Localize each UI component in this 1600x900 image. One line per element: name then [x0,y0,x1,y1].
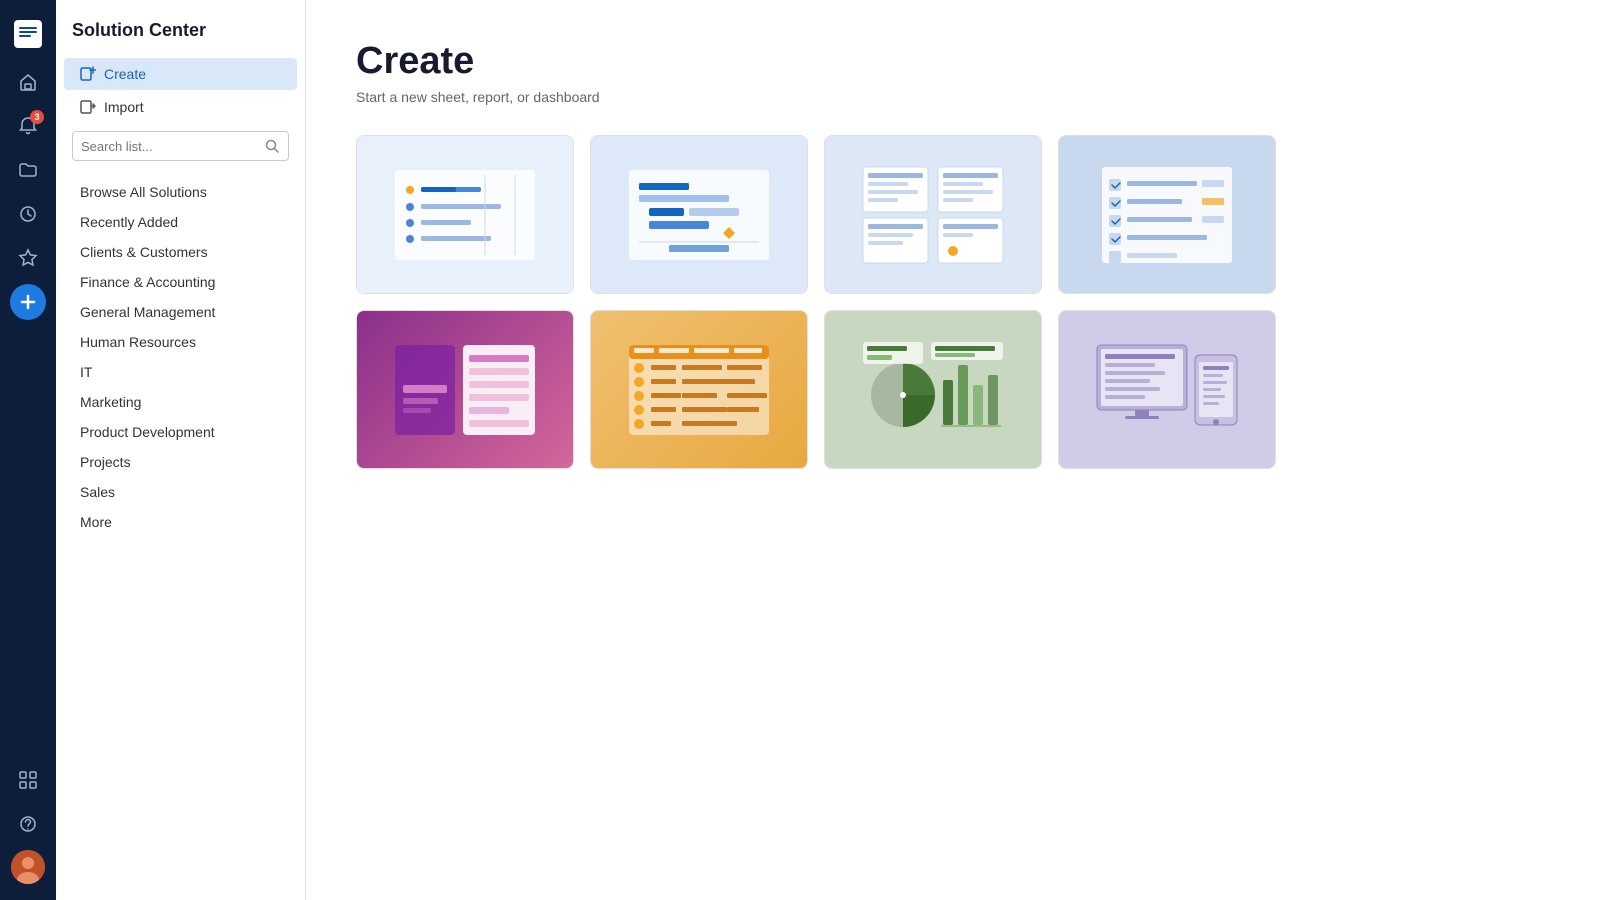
card-project-label: Project [591,293,807,294]
card-project-image [591,136,807,293]
clock-icon[interactable] [10,196,46,232]
cards-grid: Grid [356,135,1276,469]
card-form-label: Form [357,468,573,469]
card-tasklist-image [1059,136,1275,293]
logo[interactable] [10,16,46,52]
add-button[interactable] [10,284,46,320]
sidebar-item-clients-customers[interactable]: Clients & Customers [56,237,305,267]
sidebar: Solution Center Create Import Browse All… [56,0,306,900]
card-cards[interactable]: Cards [824,135,1042,294]
page-subtitle: Start a new sheet, report, or dashboard [356,89,1550,105]
main-content: Create Start a new sheet, report, or das… [306,0,1600,900]
card-project[interactable]: Project [590,135,808,294]
sidebar-item-browse-all[interactable]: Browse All Solutions [56,177,305,207]
card-grid[interactable]: Grid [356,135,574,294]
sidebar-item-more[interactable]: More [56,507,305,537]
card-tasklist[interactable]: Task List [1058,135,1276,294]
card-form[interactable]: Form [356,310,574,469]
sidebar-item-create[interactable]: Create [64,58,297,90]
sidebar-item-import[interactable]: Import [64,91,297,123]
sidebar-item-projects[interactable]: Projects [56,447,305,477]
search-icon [264,138,280,154]
card-cards-label: Cards [825,293,1041,294]
card-report-image [591,311,807,468]
bell-icon[interactable]: 3 [10,108,46,144]
card-grid-image [357,136,573,293]
grid-icon[interactable] [10,762,46,798]
create-label: Create [104,66,146,82]
avatar[interactable] [11,850,45,884]
card-workapps-label: WorkApps [1059,468,1275,469]
import-label: Import [104,99,144,115]
card-dashboard-image [825,311,1041,468]
search-input[interactable] [81,139,264,154]
sidebar-item-recently-added[interactable]: Recently Added [56,207,305,237]
card-report-label: Report [591,468,807,469]
import-icon [80,99,96,115]
sidebar-title: Solution Center [56,20,305,57]
card-cards-image [825,136,1041,293]
notification-badge: 3 [30,110,44,124]
card-workapps-image [1059,311,1275,468]
sidebar-item-product-development[interactable]: Product Development [56,417,305,447]
folder-icon[interactable] [10,152,46,188]
search-box[interactable] [72,131,289,161]
card-dashboard-label: Dashboard/Portal [825,468,1041,469]
star-icon[interactable] [10,240,46,276]
card-report[interactable]: Report [590,310,808,469]
sidebar-item-marketing[interactable]: Marketing [56,387,305,417]
sidebar-item-it[interactable]: IT [56,357,305,387]
page-title: Create [356,40,1550,83]
card-dashboard[interactable]: Dashboard/Portal [824,310,1042,469]
card-grid-label: Grid [357,293,573,294]
sidebar-item-human-resources[interactable]: Human Resources [56,327,305,357]
sidebar-item-general-management[interactable]: General Management [56,297,305,327]
help-icon[interactable] [10,806,46,842]
sidebar-item-sales[interactable]: Sales [56,477,305,507]
sidebar-list: Browse All Solutions Recently Added Clie… [56,177,305,537]
card-tasklist-label: Task List [1059,293,1275,294]
card-form-image [357,311,573,468]
card-workapps[interactable]: WorkApps [1058,310,1276,469]
create-icon [80,66,96,82]
home-icon[interactable] [10,64,46,100]
nav-bar: 3 [0,0,56,900]
sidebar-item-finance-accounting[interactable]: Finance & Accounting [56,267,305,297]
